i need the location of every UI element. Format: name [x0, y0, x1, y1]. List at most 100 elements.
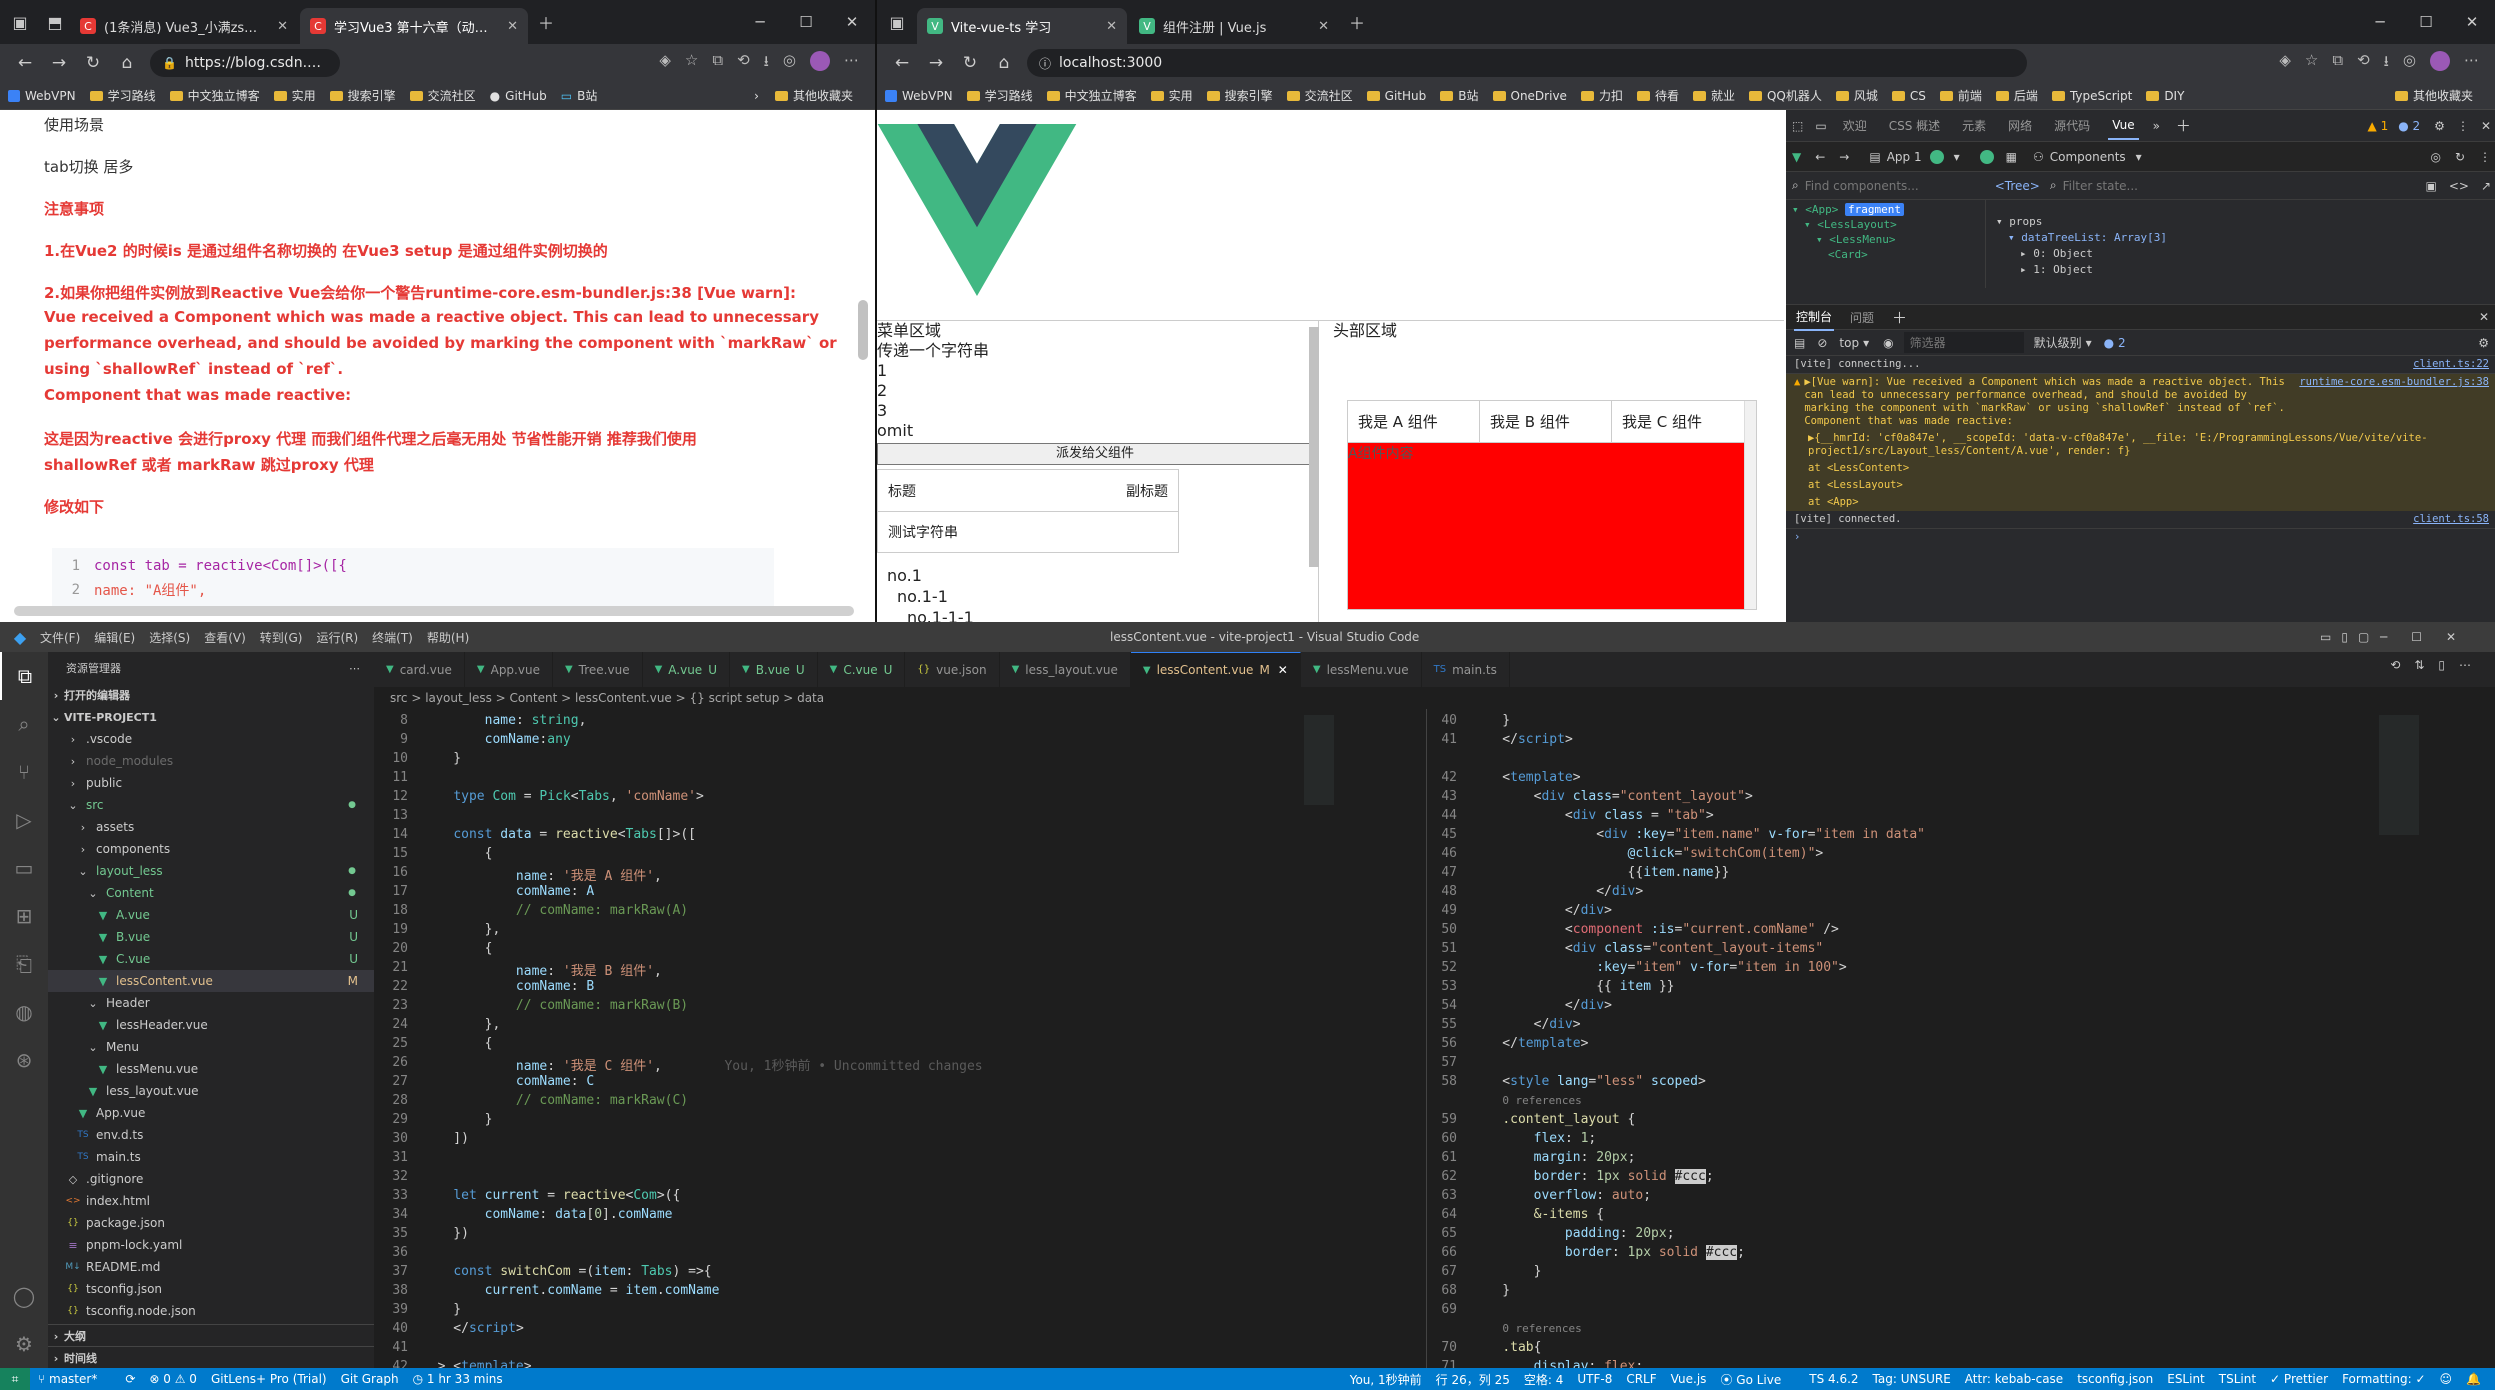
- console-tab[interactable]: 控制台: [1794, 304, 1835, 331]
- bookmark[interactable]: WebVPN: [885, 89, 953, 103]
- notifications-icon[interactable]: 🔔: [2466, 1372, 2481, 1386]
- code-line[interactable]: &-items {: [1471, 1207, 1604, 1222]
- cursor-position[interactable]: 行 26，列 25: [1436, 1371, 1510, 1388]
- clear-console-icon[interactable]: ⊘: [1817, 336, 1827, 350]
- more-tabs-icon[interactable]: »: [2153, 119, 2160, 133]
- code-line[interactable]: current.comName = item.comName: [422, 1283, 720, 1298]
- eslint-status[interactable]: ESLint: [2167, 1372, 2205, 1386]
- close-tab-icon[interactable]: ✕: [267, 19, 288, 34]
- remote-icon[interactable]: ⌗: [0, 1368, 30, 1390]
- back-icon[interactable]: ←: [8, 53, 42, 73]
- chevron-down-icon[interactable]: ▾: [1954, 150, 1960, 164]
- extension-icon[interactable]: ◈: [659, 51, 671, 76]
- console-warning[interactable]: at <LessLayout>: [1786, 477, 2495, 494]
- code-line[interactable]: <template>: [1471, 770, 1580, 785]
- downloads-icon[interactable]: ⭳: [2384, 51, 2389, 76]
- horizontal-scrollbar[interactable]: [14, 606, 854, 616]
- refresh-icon[interactable]: ↻: [2455, 150, 2465, 164]
- bookmark[interactable]: 学习路线: [89, 87, 156, 104]
- file-tree-item[interactable]: › assets: [48, 816, 374, 838]
- history-icon[interactable]: ⟲: [2357, 51, 2370, 76]
- tag-status[interactable]: Tag: UNSURE: [1873, 1372, 1951, 1386]
- editor-tab[interactable]: TS main.ts: [1422, 652, 1510, 687]
- bookmark[interactable]: DIY: [2146, 89, 2184, 103]
- more-icon[interactable]: ⋯: [2464, 51, 2479, 76]
- git-graph-status[interactable]: Git Graph: [341, 1372, 399, 1386]
- code-line[interactable]: <div class="content_layout-items": [1471, 941, 1823, 956]
- code-line[interactable]: }: [422, 751, 461, 766]
- bookmark[interactable]: 前端: [1939, 87, 1982, 104]
- console-source-link[interactable]: client.ts:58: [2413, 513, 2489, 526]
- tab-a[interactable]: 我是 A 组件: [1348, 401, 1480, 443]
- code-line[interactable]: 0 references: [1471, 1093, 1581, 1108]
- open-editor-icon[interactable]: ↗: [2481, 179, 2491, 193]
- code-line[interactable]: }): [422, 1226, 469, 1241]
- code-line[interactable]: name: '我是 A 组件',: [422, 865, 662, 884]
- code-line[interactable]: name: string,: [422, 713, 587, 728]
- bookmark[interactable]: 风城: [1835, 87, 1878, 104]
- prop-row[interactable]: ▸ 0: Object: [1996, 246, 2486, 262]
- extensions-icon[interactable]: ⊞: [0, 892, 48, 940]
- editor-tab[interactable]: ▼ C.vue U: [818, 652, 906, 687]
- code-line[interactable]: <style lang="less" scoped>: [1471, 1074, 1706, 1089]
- close-tab-icon[interactable]: ✕: [1308, 19, 1329, 34]
- bookmark[interactable]: 学习路线: [966, 87, 1033, 104]
- code-line[interactable]: </div>: [1471, 998, 1612, 1013]
- encoding-status[interactable]: UTF-8: [1577, 1372, 1612, 1386]
- menu-item[interactable]: 转到(G): [260, 629, 303, 646]
- editor-tab[interactable]: ▼ lessContent.vue M ✕: [1130, 652, 1301, 687]
- problems-status[interactable]: ⊗ 0 ⚠ 0: [149, 1372, 197, 1386]
- eye-icon[interactable]: ◉: [1883, 336, 1893, 350]
- tree-node[interactable]: no.1-1: [897, 586, 948, 607]
- file-tree-item[interactable]: ⌄ layout_less ●: [48, 860, 374, 882]
- code-line[interactable]: overflow: auto;: [1471, 1188, 1651, 1203]
- menu-item[interactable]: 查看(V): [204, 629, 246, 646]
- time-status[interactable]: ◷ 1 hr 33 mins: [413, 1372, 517, 1386]
- menu-item[interactable]: 编辑(E): [94, 629, 135, 646]
- menu-item[interactable]: 文件(F): [40, 629, 80, 646]
- prop-row[interactable]: ▾ dataTreeList: Array[3]: [1996, 230, 2486, 246]
- more-icon[interactable]: ⋯: [844, 51, 859, 76]
- code-line[interactable]: .tab{: [1471, 1340, 1541, 1355]
- code-line[interactable]: {{ item }}: [1471, 979, 1674, 994]
- editor-tab[interactable]: ▼ B.vue U: [730, 652, 818, 687]
- code-line[interactable]: ]): [422, 1131, 469, 1146]
- context-selector[interactable]: top: [1839, 336, 1859, 350]
- timeline-icon[interactable]: ⇅: [2414, 658, 2438, 672]
- extension-icon[interactable]: ◈: [2279, 51, 2291, 76]
- file-tree-item[interactable]: ▼ C.vue U: [48, 948, 374, 970]
- code-line[interactable]: let current = reactive<Com>({: [422, 1188, 680, 1203]
- code-line[interactable]: // comName: markRaw(B): [422, 998, 688, 1013]
- eol-status[interactable]: CRLF: [1626, 1372, 1656, 1386]
- code-line[interactable]: <div class = "tab">: [1471, 808, 1714, 823]
- history-icon[interactable]: ⟲: [737, 51, 750, 76]
- formatting-status[interactable]: Formatting: ✓: [2342, 1372, 2425, 1386]
- editor-tab[interactable]: ▼ Tree.vue: [553, 652, 643, 687]
- collections-icon[interactable]: ⧉: [2332, 51, 2343, 76]
- tree-node[interactable]: <Card>: [1792, 247, 1979, 262]
- inspect-icon[interactable]: ⬚: [1792, 119, 1803, 133]
- console-filter-input[interactable]: 筛选器: [1903, 332, 2024, 353]
- remote-explorer-icon[interactable]: ▭: [0, 844, 48, 892]
- favorite-icon[interactable]: ☆: [685, 51, 698, 76]
- bookmark[interactable]: 交流社区: [409, 87, 476, 104]
- file-tree-item[interactable]: › components: [48, 838, 374, 860]
- tab-vue-docs[interactable]: V 组件注册 | Vue.js ✕: [1129, 8, 1339, 44]
- console-message[interactable]: [vite] connecting... client.ts:22: [1786, 356, 2495, 374]
- plugin-icon[interactable]: [1979, 149, 1994, 164]
- console-source-link[interactable]: client.ts:22: [2413, 358, 2489, 371]
- tree-node[interactable]: ▾ <LessMenu>: [1792, 232, 1979, 247]
- blame-status[interactable]: You, 1秒钟前: [1350, 1371, 1422, 1388]
- bookmark[interactable]: 实用: [273, 87, 316, 104]
- prop-row[interactable]: ▸ 1: Object: [1996, 262, 2486, 278]
- components-selector[interactable]: Components: [2050, 150, 2126, 164]
- code-line[interactable]: },: [422, 922, 501, 937]
- code-line[interactable]: </script>: [422, 1321, 523, 1336]
- bookmark[interactable]: 搜索引擎: [1206, 87, 1273, 104]
- editor-tab[interactable]: {} vue.json: [905, 652, 1000, 687]
- settings-icon[interactable]: ⚙: [2434, 119, 2445, 133]
- source-control-icon[interactable]: ⑂: [0, 748, 48, 796]
- file-tree-item[interactable]: ⌄ Header: [48, 992, 374, 1014]
- code-line[interactable]: comName: data[0].comName: [422, 1207, 673, 1222]
- bookmark[interactable]: QQ机器人: [1748, 87, 1822, 104]
